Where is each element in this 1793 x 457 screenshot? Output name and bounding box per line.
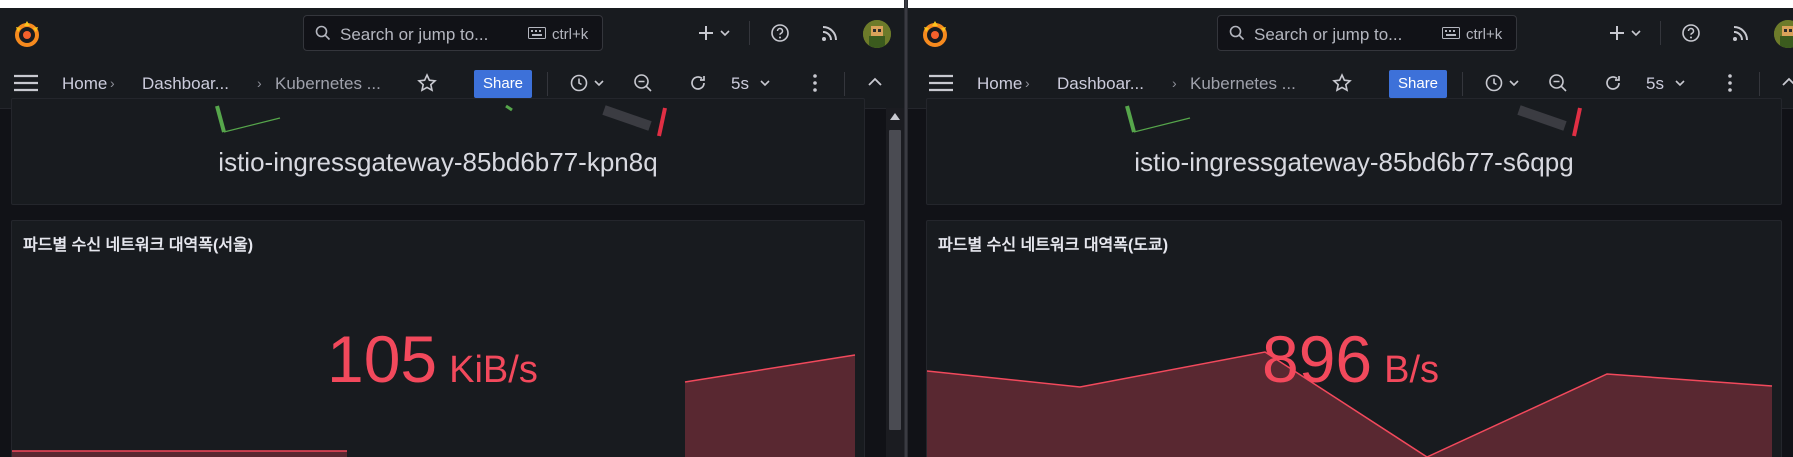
page-scrollbar[interactable] <box>886 108 904 457</box>
scroll-up-arrow[interactable] <box>890 113 900 120</box>
gauge-pod-name: istio-ingressgateway-85bd6b77-kpn8q <box>218 147 658 177</box>
search-icon <box>1229 25 1245 41</box>
hamburger-menu-icon[interactable] <box>928 74 954 92</box>
breadcrumb-home[interactable]: Home <box>62 74 107 94</box>
stat-panel[interactable]: 파드별 수신 네트워크 대역폭(도쿄) 896 B/s <box>926 220 1782 457</box>
gauge-arc-right <box>1517 105 1582 137</box>
search-input[interactable]: Search or jump to... ctrl+k <box>1217 15 1517 51</box>
breadcrumb-separator: › <box>110 75 115 91</box>
keyboard-icon <box>528 27 546 39</box>
stat-unit: KiB/s <box>449 349 538 391</box>
plus-icon[interactable] <box>1608 24 1626 42</box>
zoom-out-icon[interactable] <box>633 73 653 93</box>
stat-number: 105 <box>327 322 438 396</box>
gauge-arc-left <box>1125 105 1191 133</box>
breadcrumb-current: Kubernetes ... <box>275 74 381 93</box>
user-avatar[interactable] <box>1774 20 1793 48</box>
chevron-up-icon[interactable] <box>1782 77 1793 87</box>
search-placeholder: Search or jump to... <box>1254 25 1403 44</box>
breadcrumb-separator: › <box>1172 75 1177 91</box>
grafana-logo-icon[interactable] <box>920 19 950 49</box>
zoom-out-icon[interactable] <box>1548 73 1568 93</box>
share-button[interactable]: Share <box>1389 70 1448 98</box>
search-icon <box>315 25 331 41</box>
divider <box>1660 21 1661 45</box>
panel-title: 파드별 수신 네트워크 대역폭(도쿄) <box>938 237 1169 254</box>
right-browser-pane: Search or jump to... ctrl+k Home › Dashb… <box>908 8 1793 457</box>
scrollbar-thumb[interactable] <box>889 130 901 430</box>
clock-icon[interactable] <box>1485 74 1503 92</box>
left-browser-pane: Search or jump to... ctrl+k Home › Dashb… <box>0 8 904 457</box>
panel-title: 파드별 수신 네트워크 대역폭(서울) <box>23 237 254 254</box>
divider <box>749 21 750 45</box>
kebab-menu-icon[interactable] <box>812 73 818 93</box>
keyboard-icon <box>1442 27 1460 39</box>
top-bar: Search or jump to... ctrl+k <box>908 8 1793 58</box>
search-placeholder: Search or jump to... <box>340 25 489 44</box>
search-shortcut: ctrl+k <box>552 26 589 43</box>
refresh-icon[interactable] <box>688 73 708 93</box>
gauge-tick <box>505 104 513 112</box>
star-icon[interactable] <box>417 73 437 93</box>
gauge-panel[interactable]: istio-ingressgateway-85bd6b77-s6qpg <box>926 98 1782 205</box>
gauge-panel[interactable]: istio-ingressgateway-85bd6b77-kpn8q <box>11 98 865 205</box>
breadcrumb-separator: › <box>257 75 262 91</box>
star-icon[interactable] <box>1332 73 1352 93</box>
help-icon[interactable] <box>1681 23 1701 43</box>
chevron-down-icon[interactable] <box>594 79 604 87</box>
hamburger-menu-icon[interactable] <box>13 74 39 92</box>
top-strip <box>0 0 1793 8</box>
stat-value: 105 KiB/s <box>327 321 538 397</box>
rss-icon[interactable] <box>1732 24 1750 42</box>
stat-number: 896 <box>1262 322 1373 396</box>
user-avatar[interactable] <box>863 20 891 48</box>
breadcrumb-current: Kubernetes ... <box>1190 74 1296 93</box>
gauge-arc-right <box>602 105 667 137</box>
plus-icon[interactable] <box>697 24 715 42</box>
stat-value: 896 B/s <box>1262 321 1439 397</box>
breadcrumb-dashboards[interactable]: Dashboar... <box>142 74 229 94</box>
grafana-logo-icon[interactable] <box>12 19 42 49</box>
breadcrumb-dashboards[interactable]: Dashboar... <box>1057 74 1144 94</box>
breadcrumb-separator: › <box>1025 75 1030 91</box>
search-shortcut: ctrl+k <box>1466 26 1503 43</box>
top-bar: Search or jump to... ctrl+k <box>0 8 904 58</box>
gauge-arc-left <box>215 105 281 133</box>
kebab-menu-icon[interactable] <box>1727 73 1733 93</box>
rss-icon[interactable] <box>821 24 839 42</box>
chevron-down-icon[interactable] <box>760 79 770 87</box>
breadcrumb-home[interactable]: Home <box>977 74 1022 94</box>
divider <box>1759 72 1760 96</box>
refresh-interval[interactable]: 5s <box>1646 74 1664 94</box>
refresh-icon[interactable] <box>1603 73 1623 93</box>
share-button[interactable]: Share <box>474 70 533 98</box>
search-input[interactable]: Search or jump to... ctrl+k <box>303 15 603 51</box>
divider <box>844 72 845 96</box>
gauge-pod-name: istio-ingressgateway-85bd6b77-s6qpg <box>1134 147 1574 177</box>
help-icon[interactable] <box>770 23 790 43</box>
chevron-down-icon[interactable] <box>1509 79 1519 87</box>
chevron-down-icon[interactable] <box>1631 29 1641 37</box>
stat-unit: B/s <box>1384 349 1440 391</box>
stat-panel[interactable]: 파드별 수신 네트워크 대역폭(서울) 105 KiB/s <box>11 220 865 457</box>
divider <box>1462 72 1463 96</box>
chevron-up-icon[interactable] <box>868 77 882 87</box>
chevron-down-icon[interactable] <box>1675 79 1685 87</box>
chevron-down-icon[interactable] <box>720 29 730 37</box>
clock-icon[interactable] <box>570 74 588 92</box>
divider <box>547 72 548 96</box>
refresh-interval[interactable]: 5s <box>731 74 749 94</box>
